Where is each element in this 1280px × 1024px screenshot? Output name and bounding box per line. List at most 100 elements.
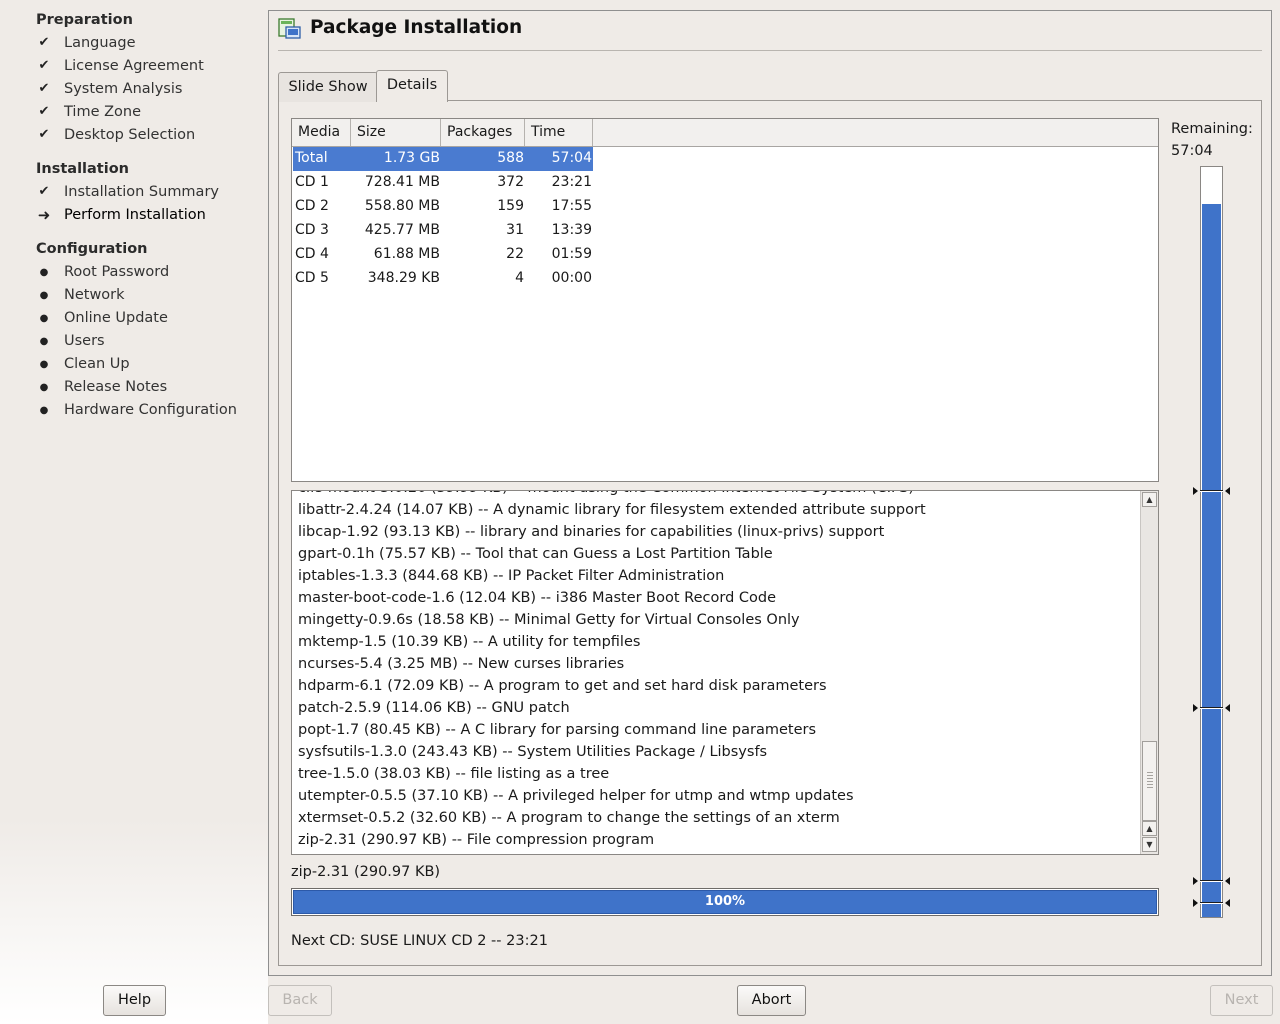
log-line: patch-2.5.9 (114.06 KB) -- GNU patch bbox=[298, 700, 570, 716]
table-cell-media: CD 5 bbox=[295, 270, 329, 286]
remaining-label: Remaining: 57:04 bbox=[1171, 118, 1253, 162]
sidebar-step: ● Root Password bbox=[36, 264, 261, 284]
back-button[interactable]: Back bbox=[268, 985, 332, 1016]
sidebar-step-label: Hardware Configuration bbox=[64, 402, 237, 418]
sidebar-step: ✔ Time Zone bbox=[36, 104, 261, 124]
bullet-icon: ● bbox=[39, 336, 49, 347]
total-progress-bar bbox=[1200, 166, 1223, 918]
arrow-right-icon: ➜ bbox=[37, 206, 51, 224]
checkmark-icon: ✔ bbox=[38, 184, 50, 199]
sidebar-step-label: System Analysis bbox=[64, 81, 183, 97]
table-row[interactable]: CD 4 61.88 MB 22 01:59 bbox=[293, 243, 593, 267]
table-cell-size: 348.29 KB bbox=[367, 270, 440, 286]
sidebar-step-label: Language bbox=[64, 35, 136, 51]
log-line: mingetty-0.9.6s (18.58 KB) -- Minimal Ge… bbox=[298, 612, 800, 628]
column-header-packages[interactable]: Packages bbox=[441, 119, 525, 146]
log-line: iptables-1.3.3 (844.68 KB) -- IP Packet … bbox=[298, 568, 725, 584]
sidebar-step-label: Perform Installation bbox=[64, 207, 206, 223]
remaining-time: 57:04 bbox=[1171, 143, 1213, 159]
sidebar-step-label: Clean Up bbox=[64, 356, 130, 372]
table-cell-media: Total bbox=[295, 150, 328, 166]
help-button[interactable]: Help bbox=[103, 985, 166, 1016]
scroll-up-arrow-icon[interactable]: ▲ bbox=[1142, 492, 1157, 507]
table-cell-time: 00:00 bbox=[551, 270, 592, 286]
checkmark-icon: ✔ bbox=[38, 127, 50, 142]
log-line: master-boot-code-1.6 (12.04 KB) -- i386 … bbox=[298, 590, 776, 606]
log-line: xtermset-0.5.2 (32.60 KB) -- A program t… bbox=[298, 810, 840, 826]
table-cell-packages: 159 bbox=[497, 198, 524, 214]
tab-details[interactable]: Details bbox=[376, 70, 448, 102]
sidebar-step: ✔ Installation Summary bbox=[36, 184, 261, 204]
sidebar-step: ✔ License Agreement bbox=[36, 58, 261, 78]
table-cell-size: 425.77 MB bbox=[364, 222, 440, 238]
sidebar-step-label: Time Zone bbox=[64, 104, 142, 120]
scroll-up-arrow-icon[interactable]: ▲ bbox=[1142, 821, 1157, 836]
log-line: hdparm-6.1 (72.09 KB) -- A program to ge… bbox=[298, 678, 827, 694]
remaining-title: Remaining: bbox=[1171, 121, 1253, 137]
checkmark-icon: ✔ bbox=[38, 58, 50, 73]
checkmark-icon: ✔ bbox=[38, 81, 50, 96]
sidebar-step-label: Installation Summary bbox=[64, 184, 219, 200]
table-row[interactable]: CD 3 425.77 MB 31 13:39 bbox=[293, 219, 593, 243]
log-scrollbar[interactable]: ▲ ▲ ▼ bbox=[1140, 491, 1158, 854]
log-line: zip-2.31 (290.97 KB) -- File compression… bbox=[298, 832, 655, 848]
table-cell-time: 01:59 bbox=[551, 246, 592, 262]
total-progress-fill bbox=[1202, 204, 1221, 917]
package-log[interactable]: cifs-mount-3.0.20 (39.99 KB) -- mount us… bbox=[291, 490, 1159, 855]
sidebar-step: ✔ System Analysis bbox=[36, 81, 261, 101]
sidebar-section-title: Installation bbox=[36, 161, 129, 177]
cd-boundary-marker bbox=[1193, 703, 1230, 712]
table-cell-packages: 588 bbox=[497, 150, 524, 166]
log-line: utempter-0.5.5 (37.10 KB) -- A privilege… bbox=[298, 788, 854, 804]
log-lines: cifs-mount-3.0.20 (39.99 KB) -- mount us… bbox=[298, 491, 926, 853]
table-cell-time: 17:55 bbox=[551, 198, 592, 214]
abort-button[interactable]: Abort bbox=[737, 985, 806, 1016]
table-cell-packages: 4 bbox=[515, 270, 524, 286]
column-header-media[interactable]: Media bbox=[292, 119, 351, 146]
table-row[interactable]: Total 1.73 GB 588 57:04 bbox=[293, 147, 593, 171]
table-cell-media: CD 4 bbox=[295, 246, 329, 262]
sidebar-section-title: Preparation bbox=[36, 12, 133, 28]
log-line: mktemp-1.5 (10.39 KB) -- A utility for t… bbox=[298, 634, 641, 650]
current-package-label: zip-2.31 (290.97 KB) bbox=[291, 864, 441, 880]
table-cell-media: CD 3 bbox=[295, 222, 329, 238]
cd-boundary-marker bbox=[1193, 898, 1230, 907]
sidebar-step: ✔ Desktop Selection bbox=[36, 127, 261, 147]
sidebar-step: ● Online Update bbox=[36, 310, 261, 330]
column-header-time[interactable]: Time bbox=[525, 119, 593, 146]
sidebar-step: ● Hardware Configuration bbox=[36, 402, 261, 422]
sidebar-step-label: Desktop Selection bbox=[64, 127, 196, 143]
sidebar-step-label: Users bbox=[64, 333, 105, 349]
sidebar-step-label: License Agreement bbox=[64, 58, 204, 74]
table-row[interactable]: CD 2 558.80 MB 159 17:55 bbox=[293, 195, 593, 219]
table-row[interactable]: CD 5 348.29 KB 4 00:00 bbox=[293, 267, 593, 291]
bullet-icon: ● bbox=[39, 405, 49, 416]
sidebar-step-label: Online Update bbox=[64, 310, 168, 326]
sidebar-step: ● Release Notes bbox=[36, 379, 261, 399]
next-cd-label: Next CD: SUSE LINUX CD 2 -- 23:21 bbox=[291, 933, 548, 949]
bullet-icon: ● bbox=[39, 313, 49, 324]
column-header-size[interactable]: Size bbox=[351, 119, 441, 146]
scroll-down-arrow-icon[interactable]: ▼ bbox=[1142, 837, 1157, 852]
bullet-icon: ● bbox=[39, 267, 49, 278]
scrollbar-thumb[interactable] bbox=[1142, 741, 1157, 821]
table-cell-time: 23:21 bbox=[551, 174, 592, 190]
table-cell-size: 1.73 GB bbox=[383, 150, 440, 166]
package-install-icon bbox=[278, 18, 301, 39]
bullet-icon: ● bbox=[39, 382, 49, 393]
table-header: Media Size Packages Time bbox=[292, 119, 1158, 147]
next-button[interactable]: Next bbox=[1210, 985, 1273, 1016]
table-cell-packages: 22 bbox=[506, 246, 524, 262]
table-cell-size: 728.41 MB bbox=[364, 174, 440, 190]
table-cell-time: 13:39 bbox=[551, 222, 592, 238]
media-table[interactable]: Media Size Packages Time Total 1.73 GB 588… bbox=[291, 118, 1159, 482]
sidebar-section-title: Configuration bbox=[36, 241, 148, 257]
scrollbar-grip bbox=[1147, 772, 1153, 790]
tab-slide-show[interactable]: Slide Show bbox=[278, 72, 378, 102]
log-line: libcap-1.92 (93.13 KB) -- library and bi… bbox=[298, 524, 885, 540]
log-line: cifs-mount-3.0.20 (39.99 KB) -- mount us… bbox=[298, 491, 926, 501]
table-row[interactable]: CD 1 728.41 MB 372 23:21 bbox=[293, 171, 593, 195]
checkmark-icon: ✔ bbox=[38, 35, 50, 50]
title-separator bbox=[278, 50, 1262, 51]
package-progress-bar: 100% bbox=[291, 888, 1159, 916]
